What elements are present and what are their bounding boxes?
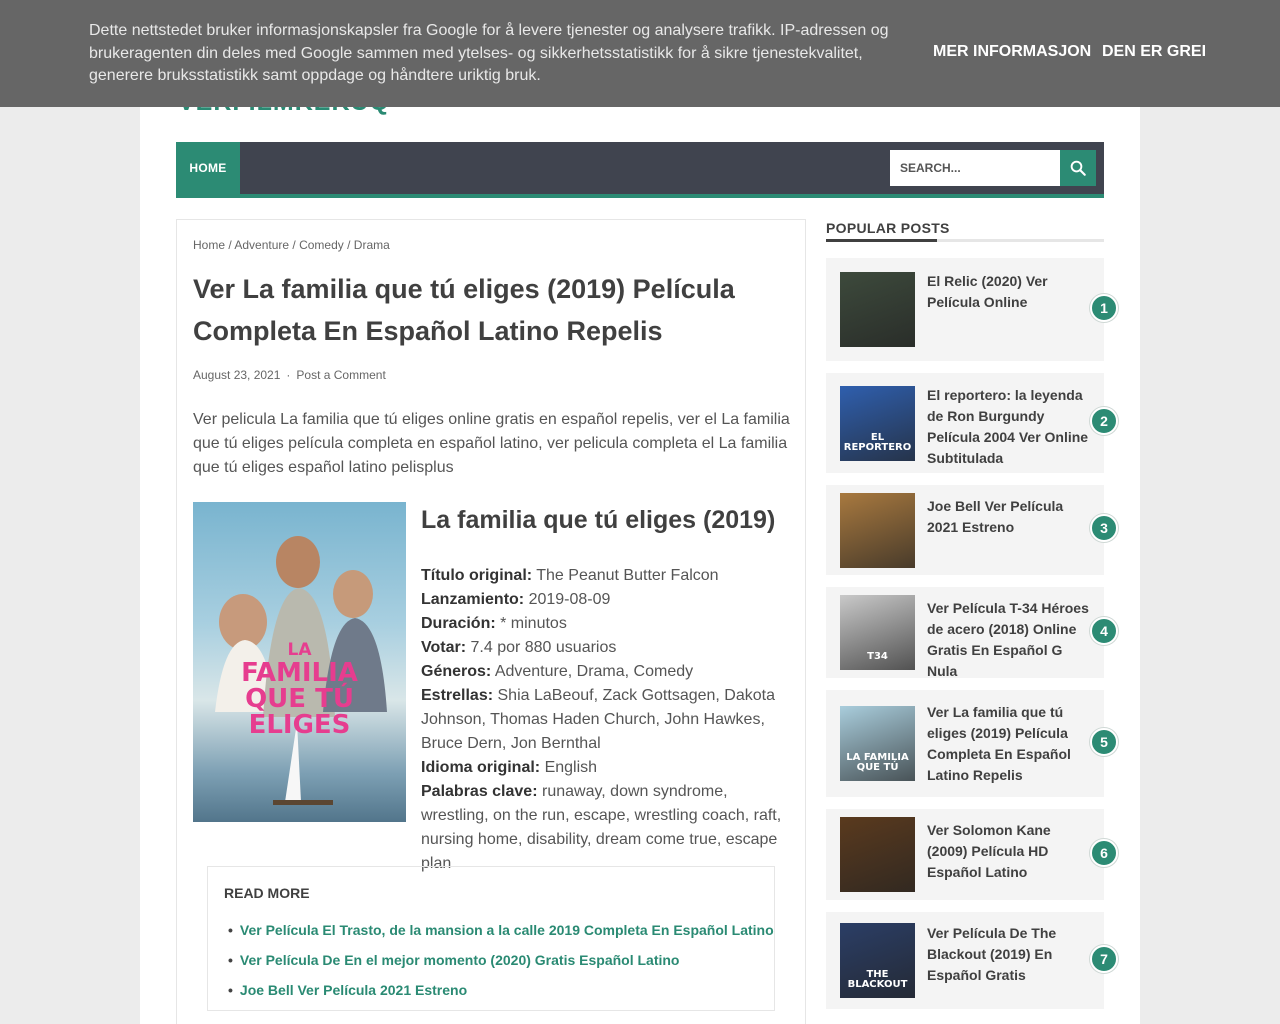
- popular-post-title[interactable]: El Relic (2020) Ver Película Online: [927, 271, 1089, 313]
- detail-label: Géneros:: [421, 663, 492, 680]
- detail-value: 7.4 por 880 usuarios: [470, 639, 617, 656]
- poster-title-line-4: ELIGES: [248, 710, 351, 740]
- popular-post-item[interactable]: THE BLACKOUT Ver Película De The Blackout…: [826, 912, 1118, 1009]
- read-more-link[interactable]: Ver Película De En el mejor momento (202…: [228, 945, 774, 975]
- search-input[interactable]: [890, 150, 1060, 186]
- thumbnail-caption: LA FAMILIA QUE TÚ: [846, 752, 909, 773]
- popular-post-rank-badge: 7: [1090, 945, 1118, 973]
- movie-title: La familia que tú eliges (2019): [421, 506, 776, 534]
- popular-post-thumbnail[interactable]: T34: [840, 595, 915, 670]
- thumbnail-caption: T34: [867, 651, 888, 662]
- more-info-button[interactable]: Mer informasjon: [933, 43, 1091, 61]
- search-icon: [1070, 160, 1086, 176]
- movie-detail-row: Idioma original: English: [421, 756, 795, 780]
- popular-post-title[interactable]: Ver Solomon Kane (2009) Película HD Espa…: [927, 820, 1089, 883]
- read-more-title: READ MORE: [224, 885, 310, 901]
- movie-detail-row: Título original: The Peanut Butter Falco…: [421, 564, 795, 588]
- popular-post-item[interactable]: Ver Solomon Kane (2009) Película HD Espa…: [826, 809, 1118, 900]
- movie-detail-row: Estrellas: Shia LaBeouf, Zack Gottsagen,…: [421, 684, 795, 756]
- detail-label: Votar:: [421, 639, 467, 656]
- detail-label: Idioma original:: [421, 759, 541, 776]
- read-more-box: READ MORE Ver Película El Trasto, de la …: [207, 866, 775, 1011]
- movie-detail-row: Duración: * minutos: [421, 612, 795, 636]
- popular-post-thumbnail[interactable]: [840, 817, 915, 892]
- popular-posts-divider: [826, 239, 1104, 242]
- main-navbar: HOME: [176, 142, 1104, 198]
- post-meta: August 23, 2021 · Post a Comment: [193, 368, 386, 382]
- popular-post-title[interactable]: Ver La familia que tú eliges (2019) Pelí…: [927, 702, 1089, 786]
- poster-title-line-3: QUE TÚ: [245, 684, 354, 714]
- popular-post-item[interactable]: Joe Bell Ver Película 2021 Estreno 3: [826, 485, 1118, 575]
- popular-posts-title: POPULAR POSTS: [826, 220, 950, 236]
- movie-detail-row: Lanzamiento: 2019-08-09: [421, 588, 795, 612]
- popular-post-item[interactable]: El Relic (2020) Ver Película Online 1: [826, 258, 1118, 361]
- popular-post-title[interactable]: El reportero: la leyenda de Ron Burgundy…: [927, 385, 1089, 469]
- popular-post-title[interactable]: Joe Bell Ver Película 2021 Estreno: [927, 496, 1089, 538]
- post-date[interactable]: August 23, 2021: [193, 368, 280, 382]
- popular-post-thumbnail[interactable]: [840, 272, 915, 347]
- popular-post-thumbnail[interactable]: [840, 493, 915, 568]
- detail-value: The Peanut Butter Falcon: [536, 567, 719, 584]
- detail-label: Estrellas:: [421, 687, 494, 704]
- poster-title-line-1: LA: [287, 640, 312, 660]
- cookie-message: Dette nettstedet bruker informasjonskaps…: [89, 22, 889, 84]
- popular-post-title[interactable]: Ver Película De The Blackout (2019) En E…: [927, 923, 1089, 986]
- post-intro: Ver pelicula La familia que tú eliges on…: [193, 411, 790, 476]
- accept-cookies-button[interactable]: Den er grei: [1102, 43, 1206, 61]
- popular-post-thumbnail[interactable]: EL REPORTERO: [840, 386, 915, 461]
- thumbnail-caption: THE BLACKOUT: [847, 969, 908, 990]
- popular-post-title[interactable]: Ver Película T-34 Héroes de acero (2018)…: [927, 598, 1089, 682]
- post-article: Home / Adventure / Comedy / Drama Ver La…: [176, 219, 806, 1024]
- thumbnail-caption: EL REPORTERO: [843, 432, 912, 453]
- breadcrumb-drama[interactable]: Drama: [354, 238, 390, 252]
- breadcrumb-comedy[interactable]: Comedy: [299, 238, 344, 252]
- detail-value: * minutos: [500, 615, 567, 632]
- cookie-consent-bar: Dette nettstedet bruker informasjonskaps…: [0, 0, 1280, 107]
- read-more-link[interactable]: Joe Bell Ver Película 2021 Estreno: [228, 975, 774, 1005]
- movie-details: Título original: The Peanut Butter Falco…: [421, 564, 795, 876]
- detail-value: Adventure, Drama, Comedy: [494, 663, 694, 680]
- popular-post-thumbnail[interactable]: LA FAMILIA QUE TÚ: [840, 706, 915, 781]
- detail-label: Lanzamiento:: [421, 591, 525, 608]
- read-more-list: Ver Película El Trasto, de la mansion a …: [228, 915, 774, 1005]
- detail-label: Palabras clave:: [421, 783, 538, 800]
- detail-label: Título original:: [421, 567, 533, 584]
- popular-posts-list: El Relic (2020) Ver Película Online 1 EL R…: [826, 258, 1118, 1021]
- detail-label: Duración:: [421, 615, 496, 632]
- detail-value: English: [544, 759, 598, 776]
- popular-post-rank-badge: 3: [1090, 514, 1118, 542]
- movie-detail-row: Géneros: Adventure, Drama, Comedy: [421, 660, 795, 684]
- popular-post-rank-badge: 2: [1090, 407, 1118, 435]
- movie-detail-row: Palabras clave: runaway, down syndrome, …: [421, 780, 795, 876]
- nav-home-link[interactable]: HOME: [176, 142, 240, 194]
- popular-post-item[interactable]: T34 Ver Película T-34 Héroes de acero (20…: [826, 587, 1118, 679]
- movie-poster: LA FAMILIA QUE TÚ ELIGES: [193, 502, 406, 822]
- popular-post-thumbnail[interactable]: THE BLACKOUT: [840, 923, 915, 998]
- search-button[interactable]: [1060, 150, 1096, 186]
- popular-post-rank-badge: 1: [1090, 294, 1118, 322]
- popular-post-rank-badge: 4: [1090, 617, 1118, 645]
- popular-post-rank-badge: 6: [1090, 839, 1118, 867]
- breadcrumb-home[interactable]: Home: [193, 238, 225, 252]
- read-more-link[interactable]: Ver Película El Trasto, de la mansion a …: [228, 915, 774, 945]
- popular-post-item[interactable]: EL REPORTERO El reportero: la leyenda de …: [826, 373, 1118, 473]
- breadcrumb: Home / Adventure / Comedy / Drama: [193, 238, 390, 252]
- movie-detail-row: Votar: 7.4 por 880 usuarios: [421, 636, 795, 660]
- detail-value: 2019-08-09: [528, 591, 611, 608]
- popular-post-rank-badge: 5: [1090, 728, 1118, 756]
- popular-post-item[interactable]: LA FAMILIA QUE TÚ Ver La familia que tú e…: [826, 690, 1118, 797]
- breadcrumb-adventure[interactable]: Adventure: [234, 238, 289, 252]
- post-comment-link[interactable]: Post a Comment: [296, 368, 385, 382]
- poster-title-line-2: FAMILIA: [241, 658, 358, 688]
- post-title: Ver La familia que tú eliges (2019) Pelí…: [193, 274, 735, 346]
